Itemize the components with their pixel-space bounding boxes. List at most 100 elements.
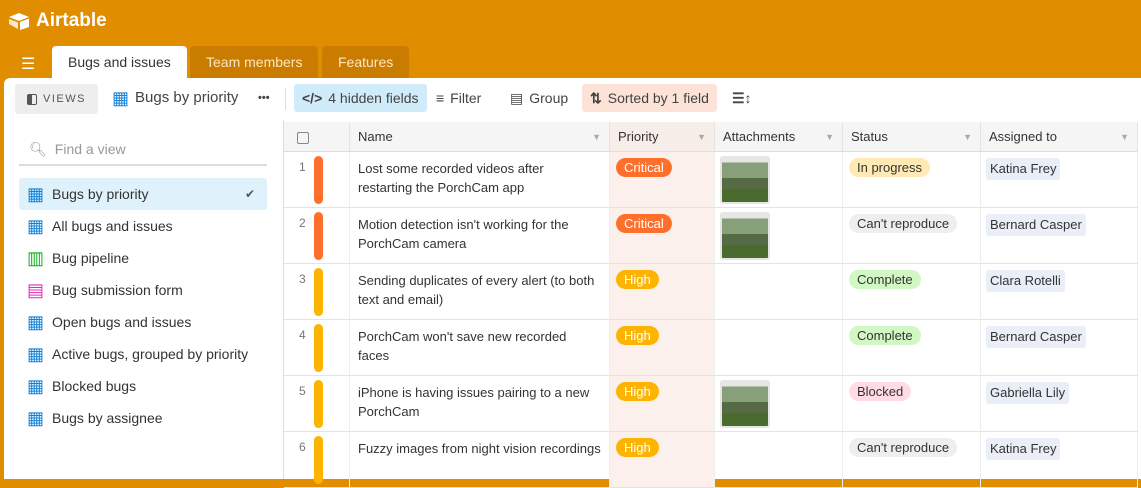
assigned-to-cell[interactable]: Katina Frey: [981, 152, 1138, 208]
kanban-view-icon: ▥: [27, 248, 45, 268]
row-number-cell: 5: [284, 376, 350, 432]
form-view-icon: ▤: [27, 280, 45, 300]
sort-button[interactable]: ⇅ Sorted by 1 field: [582, 84, 717, 112]
assigned-to-cell[interactable]: Gabriella Lily: [981, 376, 1138, 432]
grid-view-icon: ▦: [27, 344, 45, 364]
priority-color-bar: [314, 268, 323, 316]
chevron-down-icon[interactable]: ▼: [592, 122, 601, 152]
assigned-to-cell[interactable]: Bernard Casper: [981, 208, 1138, 264]
name-cell[interactable]: Motion detection isn't working for the P…: [350, 208, 610, 264]
status-badge: Can't reproduce: [849, 214, 958, 233]
assignee-chip: Katina Frey: [986, 438, 1061, 460]
assignee-chip: Katina Frey: [986, 158, 1061, 180]
sidebar-icon: [27, 93, 37, 105]
chevron-down-icon[interactable]: ▼: [697, 122, 706, 152]
priority-cell[interactable]: Critical: [610, 152, 715, 208]
assigned-to-cell[interactable]: Bernard Casper: [981, 320, 1138, 376]
assigned-to-cell[interactable]: Katina Frey: [981, 432, 1138, 488]
attachment-thumbnail[interactable]: [720, 380, 770, 428]
sidebar-view-item[interactable]: ▦ Bugs by assignee: [19, 402, 267, 434]
attachments-cell[interactable]: [715, 264, 843, 320]
view-label: Bugs by priority: [52, 186, 149, 202]
sort-label: Sorted by 1 field: [607, 90, 709, 106]
divider: [285, 88, 286, 110]
column-header-assigned-to[interactable]: Assigned to ▼: [981, 122, 1138, 152]
views-toggle-button[interactable]: VIEWS: [15, 84, 98, 114]
assigned-to-cell[interactable]: Clara Rotelli: [981, 264, 1138, 320]
find-view-input[interactable]: 🔍︎ Find a view: [19, 134, 267, 166]
view-more-button[interactable]: •••: [250, 84, 278, 112]
select-all-checkbox[interactable]: [297, 131, 309, 144]
status-cell[interactable]: In progress: [843, 152, 981, 208]
assignee-chip: Clara Rotelli: [986, 270, 1065, 292]
column-label: Attachments: [723, 129, 796, 144]
status-cell[interactable]: Can't reproduce: [843, 208, 981, 264]
sidebar-view-item[interactable]: ▦ Active bugs, grouped by priority: [19, 338, 267, 370]
search-placeholder: Find a view: [54, 141, 126, 157]
sidebar-view-item[interactable]: ▦ All bugs and issues: [19, 210, 267, 242]
menu-icon[interactable]: ☰: [21, 54, 35, 74]
hidden-fields-button[interactable]: </> 4 hidden fields: [294, 84, 427, 112]
column-header-priority[interactable]: Priority ▼: [610, 122, 715, 152]
column-label: Assigned to: [989, 129, 1057, 144]
grid-view-icon: ▦: [27, 184, 45, 204]
airtable-logo[interactable]: Airtable: [8, 10, 107, 32]
sidebar-view-item[interactable]: ▦ Open bugs and issues: [19, 306, 267, 338]
column-header-name[interactable]: Name ▼: [350, 122, 610, 152]
attachments-cell[interactable]: [715, 208, 843, 264]
column-header-attachments[interactable]: Attachments ▼: [715, 122, 843, 152]
priority-cell[interactable]: High: [610, 264, 715, 320]
status-badge: Blocked: [849, 382, 912, 401]
sidebar-view-item[interactable]: ▦ Blocked bugs: [19, 370, 267, 402]
assignee-chip: Gabriella Lily: [986, 382, 1070, 404]
priority-cell[interactable]: High: [610, 376, 715, 432]
chevron-down-icon[interactable]: ▼: [963, 122, 972, 152]
airtable-logo-icon: [9, 13, 29, 30]
priority-cell[interactable]: High: [610, 320, 715, 376]
search-icon: 🔍︎: [29, 140, 47, 157]
filter-button[interactable]: ≡ Filter: [428, 84, 489, 112]
name-cell[interactable]: Fuzzy images from night vision recording…: [350, 432, 610, 488]
attachment-thumbnail[interactable]: [720, 156, 770, 204]
grid-view-icon: ▦: [27, 376, 45, 396]
priority-cell[interactable]: High: [610, 432, 715, 488]
grid-view-icon: ▦: [112, 88, 130, 108]
status-cell[interactable]: Blocked: [843, 376, 981, 432]
priority-cell[interactable]: Critical: [610, 208, 715, 264]
status-cell[interactable]: Complete: [843, 320, 981, 376]
name-cell[interactable]: Sending duplicates of every alert (to bo…: [350, 264, 610, 320]
sidebar-view-item[interactable]: ▤ Bug submission form: [19, 274, 267, 306]
current-view-name: Bugs by priority: [135, 89, 239, 106]
attachments-cell[interactable]: [715, 152, 843, 208]
view-label: Blocked bugs: [52, 378, 137, 394]
row-number: 3: [299, 272, 306, 286]
grid-view-icon: ▦: [27, 216, 45, 236]
attachment-thumbnail[interactable]: [720, 212, 770, 260]
group-button[interactable]: ▤ Group: [502, 84, 576, 112]
attachments-cell[interactable]: [715, 320, 843, 376]
column-header-status[interactable]: Status ▼: [843, 122, 981, 152]
chevron-down-icon[interactable]: ▼: [825, 122, 834, 152]
status-badge: Complete: [849, 326, 921, 345]
row-height-icon[interactable]: ☰↕: [724, 84, 760, 112]
row-number-cell: 2: [284, 208, 350, 264]
view-label: All bugs and issues: [52, 218, 173, 234]
chevron-down-icon[interactable]: ▼: [1120, 122, 1129, 152]
row-number-cell: 1: [284, 152, 350, 208]
name-cell[interactable]: iPhone is having issues pairing to a new…: [350, 376, 610, 432]
hidden-fields-label: 4 hidden fields: [328, 90, 419, 106]
attachments-cell[interactable]: [715, 376, 843, 432]
status-cell[interactable]: Complete: [843, 264, 981, 320]
name-cell[interactable]: PorchCam won't save new recorded faces: [350, 320, 610, 376]
tab-features[interactable]: Features: [322, 46, 410, 78]
sidebar-view-item[interactable]: ▦ Bugs by priority ✔: [19, 178, 267, 210]
assignee-chip: Bernard Casper: [986, 214, 1086, 236]
tab-bugs-and-issues[interactable]: Bugs and issues: [52, 46, 187, 78]
status-cell[interactable]: Can't reproduce: [843, 432, 981, 488]
tab-team-members[interactable]: Team members: [190, 46, 319, 78]
grid-view-icon: ▦: [27, 312, 45, 332]
current-view-button[interactable]: ▦ Bugs by priority: [104, 84, 246, 112]
sidebar-view-item[interactable]: ▥ Bug pipeline: [19, 242, 267, 274]
attachments-cell[interactable]: [715, 432, 843, 488]
name-cell[interactable]: Lost some recorded videos after restarti…: [350, 152, 610, 208]
